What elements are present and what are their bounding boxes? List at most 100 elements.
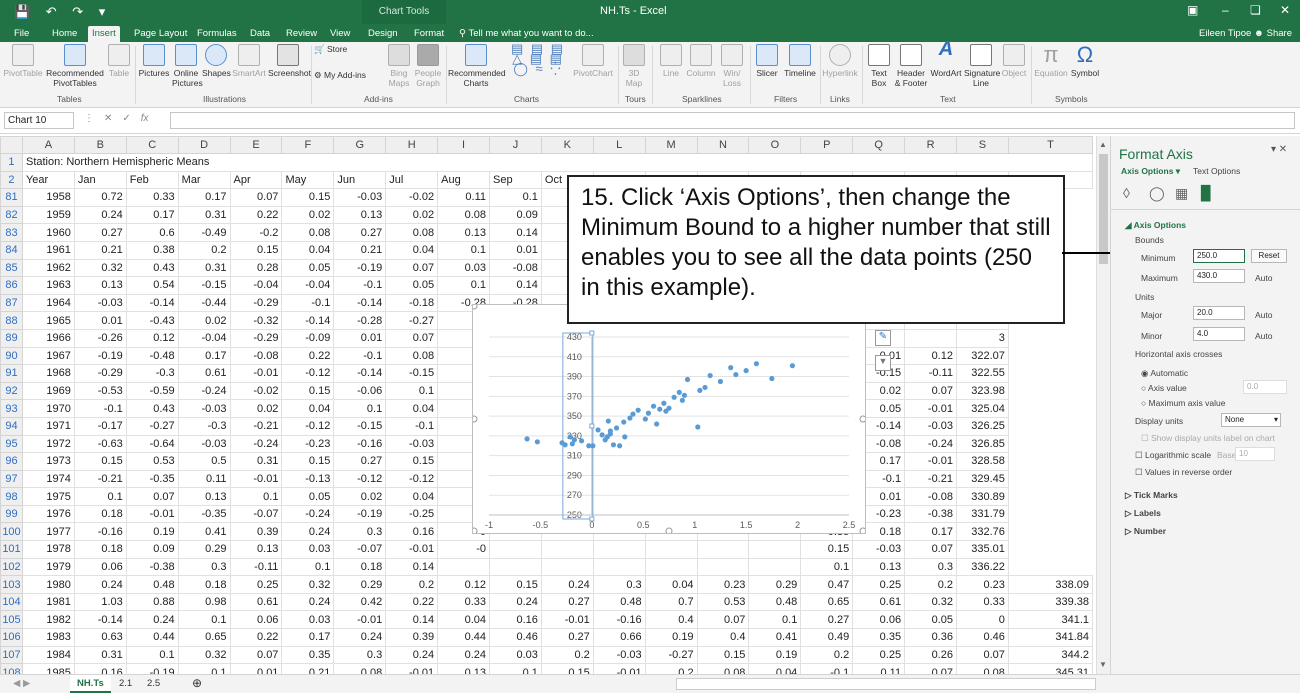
cell[interactable]: 0.18	[333, 557, 387, 577]
vertical-scrollbar[interactable]: ▲ ▼	[1096, 136, 1110, 676]
cell[interactable]: 0.43	[125, 399, 179, 418]
column-header[interactable]: K	[540, 136, 594, 154]
column-header[interactable]: H	[385, 136, 439, 154]
cell[interactable]: 1972	[21, 434, 75, 454]
cell[interactable]: 0.19	[644, 628, 698, 647]
cell[interactable]: -0.38	[904, 504, 957, 524]
cell[interactable]: 0.26	[904, 645, 957, 665]
row-header[interactable]: 92	[0, 381, 23, 401]
chart-filter-icon[interactable]: ▼	[875, 355, 891, 371]
cell[interactable]: 0.21	[333, 240, 387, 260]
cell[interactable]: -0.14	[73, 610, 127, 630]
cell[interactable]: 1962	[21, 258, 75, 278]
cell[interactable]: 0.02	[177, 311, 231, 330]
cell[interactable]: -0.08	[489, 258, 542, 278]
cell[interactable]: -0.26	[73, 328, 127, 348]
cell[interactable]: 0.24	[437, 645, 490, 665]
cell[interactable]: -0.01	[385, 540, 439, 559]
cell[interactable]: -0.02	[385, 188, 439, 207]
row-header[interactable]: 105	[0, 610, 23, 630]
cell[interactable]: -0.12	[385, 469, 439, 489]
wordart-button[interactable]: A WordArt	[930, 39, 962, 78]
cell[interactable]: 0.02	[333, 487, 387, 506]
cell[interactable]: 0.48	[748, 592, 802, 612]
cell[interactable]	[696, 540, 750, 559]
column-header[interactable]: O	[748, 136, 802, 154]
cell[interactable]: -0.18	[385, 293, 439, 313]
column-header[interactable]: E	[229, 136, 283, 154]
cell[interactable]: 0.01	[489, 240, 542, 260]
minor-input[interactable]: 4.0	[1193, 327, 1245, 341]
cell[interactable]: 0.07	[904, 540, 957, 559]
cell[interactable]: 3	[955, 328, 1009, 348]
reset-button[interactable]: Reset	[1251, 249, 1287, 263]
row-header[interactable]: 82	[0, 205, 23, 225]
sparkline-winloss-button[interactable]: Win/ Loss	[718, 44, 746, 88]
cell[interactable]: 0.25	[229, 575, 283, 594]
cell[interactable]: 0.48	[592, 592, 646, 612]
cell[interactable]: -0.3	[125, 364, 179, 383]
cell[interactable]: 0.06	[852, 610, 906, 630]
cell[interactable]: 0.1	[800, 557, 854, 577]
cell[interactable]: 323.98	[955, 381, 1009, 401]
cell[interactable]: -0.59	[125, 381, 179, 401]
row-header[interactable]: 1	[0, 153, 23, 172]
cell[interactable]	[540, 557, 594, 577]
cell[interactable]: 0.13	[437, 663, 490, 674]
cell[interactable]: 0.27	[540, 592, 594, 612]
my-addins-button[interactable]: ⚙ My Add-ins	[314, 70, 374, 80]
tell-me-box[interactable]: ⚲ Tell me what you want to do...	[455, 26, 598, 42]
cell[interactable]: 0.3	[333, 645, 387, 665]
add-sheet-icon[interactable]: ⊕	[185, 675, 209, 693]
user-name[interactable]: Eileen Tipoe	[1195, 26, 1255, 42]
maximize-icon[interactable]: ❏	[1250, 3, 1261, 17]
cell[interactable]: 0.15	[229, 240, 283, 260]
cell[interactable]: -0.04	[229, 276, 283, 295]
cell[interactable]: 0.03	[281, 540, 335, 559]
station-title-cell[interactable]: Station: Northern Hemispheric Means	[21, 153, 1093, 172]
cell[interactable]: 0.11	[437, 188, 490, 207]
cell[interactable]: 0.04	[385, 240, 439, 260]
object-button[interactable]: Object	[1000, 44, 1028, 78]
cell[interactable]: 0.29	[177, 540, 231, 559]
cell[interactable]: 0.15	[800, 540, 854, 559]
row-header[interactable]: 96	[0, 452, 23, 471]
cell[interactable]: 0.17	[177, 188, 231, 207]
display-units-select[interactable]: None ▾	[1221, 413, 1281, 427]
cell[interactable]: -0.17	[73, 416, 127, 436]
cell[interactable]: 0.46	[955, 628, 1009, 647]
cell[interactable]: 0.2	[904, 575, 957, 594]
cell[interactable]: 0.61	[852, 592, 906, 612]
column-header[interactable]: M	[644, 136, 698, 154]
smartart-button[interactable]: SmartArt	[232, 44, 266, 78]
row-header[interactable]: 102	[0, 557, 23, 577]
cell[interactable]: 0.19	[748, 645, 802, 665]
cell[interactable]: 0.04	[748, 663, 802, 674]
sheet-tab-2-5[interactable]: 2.5	[140, 675, 167, 693]
cell[interactable]: -0.15	[177, 276, 231, 295]
cell[interactable]: -0.43	[125, 311, 179, 330]
cell[interactable]: -0.21	[229, 416, 283, 436]
row-header[interactable]: 103	[0, 575, 23, 594]
cell[interactable]: 0.07	[229, 645, 283, 665]
cell[interactable]: -0.24	[904, 434, 957, 454]
cell[interactable]: 0.2	[800, 645, 854, 665]
cell[interactable]	[437, 557, 490, 577]
cell[interactable]: -0.09	[281, 328, 335, 348]
cell[interactable]: 1.03	[73, 592, 127, 612]
cell[interactable]: 1976	[21, 504, 75, 524]
cell[interactable]: 0.27	[333, 452, 387, 471]
name-box[interactable]: Chart 10	[4, 112, 74, 129]
cell[interactable]: -0.16	[333, 434, 387, 454]
cell[interactable]: 345.31	[1007, 663, 1093, 674]
cell[interactable]: -0.03	[177, 399, 231, 418]
cell[interactable]: 0.24	[489, 592, 542, 612]
cell[interactable]: -0.29	[229, 328, 283, 348]
cell[interactable]: 0.46	[489, 628, 542, 647]
tab-home[interactable]: Home	[48, 26, 81, 42]
log-scale-checkbox[interactable]: ☐ Logarithmic scale	[1135, 450, 1211, 461]
cell[interactable]: 0.12	[437, 575, 490, 594]
cell[interactable]: 0	[955, 610, 1009, 630]
cell[interactable]: -0.1	[385, 416, 439, 436]
cell[interactable]: -0.03	[333, 188, 387, 207]
